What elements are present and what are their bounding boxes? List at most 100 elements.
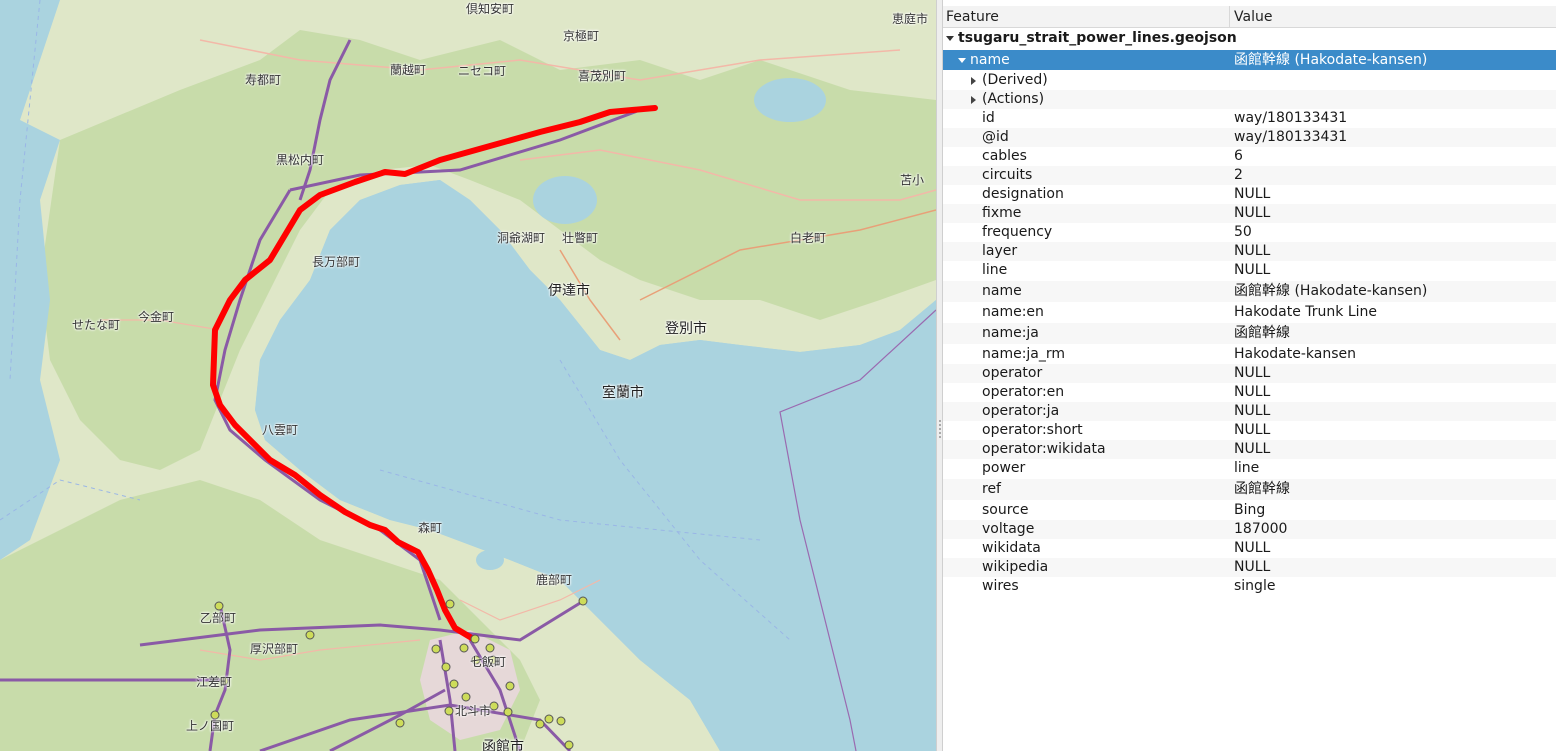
layer-name: tsugaru_strait_power_lines.geojson [958, 30, 1237, 46]
attribute-value: NULL [1234, 403, 1271, 419]
feature-value: 函館幹線 (Hakodate-kansen) [1234, 52, 1428, 68]
layer-row[interactable]: tsugaru_strait_power_lines.geojson [943, 29, 1556, 48]
place-label: 黒松内町 [276, 153, 325, 167]
collapse-arrow-icon[interactable] [958, 58, 966, 63]
attribute-key: line [982, 262, 1008, 278]
attribute-value: Bing [1234, 502, 1266, 518]
node [305, 630, 315, 640]
attribute-row[interactable]: @id way/180133431 [943, 128, 1556, 147]
attribute-row[interactable]: cables 6 [943, 147, 1556, 166]
lake-onuma [476, 550, 504, 570]
node [449, 679, 459, 689]
node [441, 662, 451, 672]
node [431, 644, 441, 654]
group-label: (Derived) [982, 72, 1048, 88]
attribute-row[interactable]: source Bing [943, 501, 1556, 520]
place-label: 倶知安町 [466, 2, 515, 16]
attribute-key: wikipedia [982, 559, 1049, 575]
attribute-value: NULL [1234, 262, 1271, 278]
group-row-derived[interactable]: (Derived) [943, 71, 1556, 90]
collapse-arrow-icon[interactable] [946, 36, 954, 41]
attribute-value: 187000 [1234, 521, 1288, 537]
attribute-value: NULL [1234, 559, 1271, 575]
attribute-row[interactable]: wikipedia NULL [943, 558, 1556, 577]
attribute-key: operator:short [982, 422, 1083, 438]
attribute-row[interactable]: operator:short NULL [943, 421, 1556, 440]
place-label: 蘭越町 [390, 63, 427, 77]
node [470, 634, 480, 644]
attribute-key: name:en [982, 304, 1044, 320]
attribute-key: name:ja [982, 325, 1039, 341]
attribute-value: way/180133431 [1234, 129, 1348, 145]
attribute-row[interactable]: id way/180133431 [943, 109, 1556, 128]
attribute-value: Hakodate-kansen [1234, 346, 1356, 362]
group-row-actions[interactable]: (Actions) [943, 90, 1556, 109]
attribute-row[interactable]: name:en Hakodate Trunk Line [943, 303, 1556, 322]
attribute-row[interactable]: name:ja_rm Hakodate-kansen [943, 345, 1556, 364]
attribute-value: NULL [1234, 384, 1271, 400]
attribute-row[interactable]: name 函館幹線 (Hakodate-kansen) [943, 281, 1556, 302]
attribute-key: @id [982, 129, 1009, 145]
attribute-value: way/180133431 [1234, 110, 1348, 126]
attribute-key: operator:ja [982, 403, 1060, 419]
attribute-value: NULL [1234, 365, 1271, 381]
attribute-key: voltage [982, 521, 1035, 537]
place-label: 八雲町 [262, 423, 299, 437]
attribute-value: NULL [1234, 540, 1271, 556]
attribute-row[interactable]: operator NULL [943, 364, 1556, 383]
attribute-row[interactable]: power line [943, 459, 1556, 478]
node [489, 701, 499, 711]
attribute-row[interactable]: frequency 50 [943, 223, 1556, 242]
column-header-feature[interactable]: Feature [943, 6, 1230, 28]
attribute-key: wires [982, 578, 1019, 594]
attribute-row[interactable]: layer NULL [943, 242, 1556, 261]
place-label: 室蘭市 [602, 385, 644, 401]
column-header-value[interactable]: Value [1230, 6, 1556, 28]
attribute-row[interactable]: name:ja 函館幹線 [943, 323, 1556, 344]
selected-feature-row[interactable]: name 函館幹線 (Hakodate-kansen) [943, 50, 1556, 70]
attribute-row[interactable]: operator:en NULL [943, 383, 1556, 402]
attribute-value: Hakodate Trunk Line [1234, 304, 1378, 320]
attribute-value: 函館幹線 [1234, 325, 1290, 341]
node [485, 643, 495, 653]
attribute-value: 2 [1234, 167, 1243, 183]
attribute-row[interactable]: wires single [943, 577, 1556, 596]
attribute-row[interactable]: ref 函館幹線 [943, 479, 1556, 500]
lake-shikotsu [754, 78, 826, 122]
panel-splitter[interactable] [936, 0, 943, 751]
place-label: 七飯町 [470, 655, 507, 669]
map-base [0, 0, 936, 751]
attribute-value: NULL [1234, 205, 1271, 221]
place-label: 乙部町 [200, 611, 237, 625]
attribute-key: power [982, 460, 1026, 476]
attribute-row[interactable]: wikidata NULL [943, 539, 1556, 558]
place-label: 長万部町 [312, 255, 361, 269]
attribute-key: source [982, 502, 1029, 518]
place-label: 厚沢部町 [250, 642, 299, 656]
map-canvas[interactable]: 倶知安町 京極町 恵庭市 寿都町 蘭越町 ニセコ町 喜茂別町 黒松内町 苫小 洞… [0, 0, 936, 751]
attribute-value: 6 [1234, 148, 1243, 164]
node [444, 706, 454, 716]
attribute-value: NULL [1234, 422, 1271, 438]
attribute-row[interactable]: operator:ja NULL [943, 402, 1556, 421]
place-label: 伊達市 [548, 283, 590, 299]
attribute-row[interactable]: voltage 187000 [943, 520, 1556, 539]
attribute-value: NULL [1234, 441, 1271, 457]
attribute-row[interactable]: circuits 2 [943, 166, 1556, 185]
attribute-value: NULL [1234, 186, 1271, 202]
attribute-row[interactable]: designation NULL [943, 185, 1556, 204]
node [564, 740, 574, 750]
place-label: 白老町 [790, 231, 827, 245]
place-label: ニセコ町 [458, 64, 507, 78]
expand-arrow-icon[interactable] [971, 96, 976, 104]
identify-results-panel: Feature Value tsugaru_strait_power_lines… [943, 0, 1556, 751]
attribute-row[interactable]: fixme NULL [943, 204, 1556, 223]
attribute-row[interactable]: operator:wikidata NULL [943, 440, 1556, 459]
attribute-key: designation [982, 186, 1064, 202]
node [459, 643, 469, 653]
expand-arrow-icon[interactable] [971, 77, 976, 85]
node [544, 714, 554, 724]
attribute-row[interactable]: line NULL [943, 261, 1556, 280]
node [556, 716, 566, 726]
node [395, 718, 405, 728]
